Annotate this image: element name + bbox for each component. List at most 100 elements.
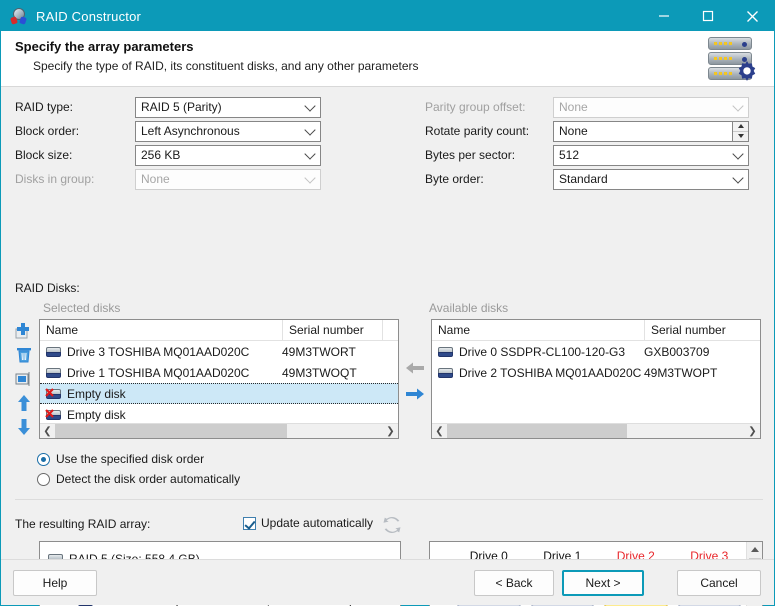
column-header-name[interactable]: Name <box>432 320 644 341</box>
help-button[interactable]: Help <box>13 570 97 596</box>
update-automatically-checkbox[interactable]: Update automatically <box>243 516 373 530</box>
chevron-down-icon <box>732 100 744 112</box>
radio-label: Detect the disk order automatically <box>56 472 241 486</box>
block-order-value: Left Asynchronous <box>141 124 240 138</box>
label-raid-type: RAID type: <box>15 100 74 114</box>
window-title: RAID Constructor <box>36 8 142 24</box>
disk-toolbar <box>11 319 37 439</box>
close-icon[interactable] <box>730 1 774 31</box>
raid-type-combo[interactable]: RAID 5 (Parity) <box>135 96 321 118</box>
spinner-up-icon[interactable] <box>733 122 748 132</box>
back-button[interactable]: < Back <box>474 570 554 596</box>
result-label: The resulting RAID array: <box>15 517 151 531</box>
spinner-buttons[interactable] <box>732 120 749 142</box>
scroll-left-icon[interactable]: ❮ <box>432 424 447 439</box>
param-block-order: Block order: Left Asynchronous <box>15 119 325 143</box>
column-header-serial[interactable]: Serial number <box>282 320 382 341</box>
add-to-array-button[interactable] <box>403 381 427 407</box>
label-block-order: Block order: <box>15 124 80 138</box>
disk-icon <box>438 346 453 357</box>
disks-in-group-value: None <box>141 172 170 186</box>
checkbox-checked[interactable] <box>243 516 256 530</box>
refresh-icon <box>383 517 401 533</box>
move-up-button[interactable] <box>11 391 37 415</box>
add-disk-button[interactable] <box>11 319 37 343</box>
radio-button-off[interactable] <box>37 472 50 486</box>
remove-from-array-button[interactable] <box>403 355 427 381</box>
disk-serial: GXB003709 <box>644 344 710 359</box>
error-x-icon <box>45 387 54 397</box>
scroll-right-icon[interactable]: ❯ <box>383 424 398 439</box>
raid-type-value: RAID 5 (Parity) <box>141 100 222 114</box>
param-raid-type: RAID type: RAID 5 (Parity) <box>15 95 325 119</box>
radio-use-specified-order[interactable]: Use the specified disk order <box>37 449 240 469</box>
rotate-parity-count-input[interactable]: None <box>553 120 749 142</box>
chevron-down-icon <box>732 172 744 184</box>
spinner-down-icon[interactable] <box>733 132 748 141</box>
rotate-parity-count-value: None <box>559 124 588 138</box>
chevron-down-icon <box>732 148 744 160</box>
available-disks-list[interactable]: Name Serial number Drive 0 SSDPR-CL100-1… <box>431 319 761 439</box>
table-row[interactable]: Drive 0 SSDPR-CL100-120-G3 GXB003709 <box>432 341 760 362</box>
scrollbar-track[interactable] <box>55 423 383 438</box>
chevron-down-icon <box>304 124 316 136</box>
move-down-button[interactable] <box>11 415 37 439</box>
column-header-serial[interactable]: Serial number <box>644 320 760 341</box>
scrollbar-thumb[interactable] <box>55 423 287 438</box>
byte-order-value: Standard <box>559 172 608 186</box>
selected-disks-header: Name Serial number <box>40 320 398 341</box>
block-order-combo[interactable]: Left Asynchronous <box>135 120 321 142</box>
disk-name: Drive 1 TOSHIBA MQ01AAD020C <box>67 365 250 380</box>
section-divider <box>15 499 763 500</box>
parameters-section: RAID type: RAID 5 (Parity) Block order: … <box>1 95 775 191</box>
radio-button-on[interactable] <box>37 452 50 466</box>
column-header-extra[interactable] <box>382 320 398 341</box>
scroll-up-icon[interactable] <box>747 542 763 558</box>
disk-order-options: Use the specified disk order Detect the … <box>37 449 240 489</box>
gear-icon <box>738 60 756 81</box>
table-row[interactable]: Drive 2 TOSHIBA MQ01AAD020C 49M3TWOPT <box>432 362 760 383</box>
maximize-icon[interactable] <box>686 1 730 31</box>
scroll-right-icon[interactable]: ❯ <box>745 424 760 439</box>
disk-properties-button[interactable] <box>11 367 37 391</box>
disk-serial: 49M3TWORT <box>282 344 356 359</box>
scrollbar-thumb[interactable] <box>447 423 627 438</box>
disk-name: Drive 0 SSDPR-CL100-120-G3 <box>459 344 626 359</box>
horizontal-scrollbar[interactable]: ❮ ❯ <box>40 423 398 438</box>
scrollbar-track[interactable] <box>447 423 745 438</box>
raid-constructor-window: RAID Constructor Specify the array param… <box>0 0 775 606</box>
block-size-combo[interactable]: 256 KB <box>135 144 321 166</box>
table-row[interactable]: Drive 1 TOSHIBA MQ01AAD020C 49M3TWOQT <box>40 362 398 383</box>
page-subtitle: Specify the type of RAID, its constituen… <box>33 59 419 73</box>
param-parity-group-offset: Parity group offset: None <box>425 95 761 119</box>
radio-label: Use the specified disk order <box>56 452 205 466</box>
window-controls <box>642 1 774 31</box>
parity-group-offset-combo: None <box>553 96 749 118</box>
disk-name: Drive 2 TOSHIBA MQ01AAD020C <box>459 365 642 380</box>
radio-detect-order[interactable]: Detect the disk order automatically <box>37 469 240 489</box>
table-row[interactable]: Drive 3 TOSHIBA MQ01AAD020C 49M3TWORT <box>40 341 398 362</box>
cancel-button[interactable]: Cancel <box>677 570 761 596</box>
minimize-icon[interactable] <box>642 1 686 31</box>
param-disks-in-group: Disks in group: None <box>15 167 325 191</box>
raid-servers-gear-logo <box>702 35 762 85</box>
delete-disk-button[interactable] <box>11 343 37 367</box>
scroll-left-icon[interactable]: ❮ <box>40 424 55 439</box>
label-parity-group-offset: Parity group offset: <box>425 100 526 114</box>
refresh-button[interactable] <box>382 515 402 538</box>
dialog-footer: Help < Back Next > Cancel <box>1 559 774 605</box>
block-size-value: 256 KB <box>141 148 181 162</box>
disk-serial: 49M3TWOPT <box>644 365 718 380</box>
table-row[interactable]: Empty disk <box>40 404 398 425</box>
column-header-name[interactable]: Name <box>40 320 282 341</box>
title-bar: RAID Constructor <box>1 1 774 31</box>
label-bytes-per-sector: Bytes per sector: <box>425 148 516 162</box>
table-row[interactable]: Empty disk <box>40 383 398 404</box>
horizontal-scrollbar[interactable]: ❮ ❯ <box>432 423 760 438</box>
selected-disks-list[interactable]: Name Serial number Drive 3 TOSHIBA MQ01A… <box>39 319 399 439</box>
byte-order-combo[interactable]: Standard <box>553 168 749 190</box>
next-button[interactable]: Next > <box>562 570 644 596</box>
page-title: Specify the array parameters <box>15 39 194 54</box>
disk-serial: 49M3TWOQT <box>282 365 357 380</box>
bytes-per-sector-combo[interactable]: 512 <box>553 144 749 166</box>
